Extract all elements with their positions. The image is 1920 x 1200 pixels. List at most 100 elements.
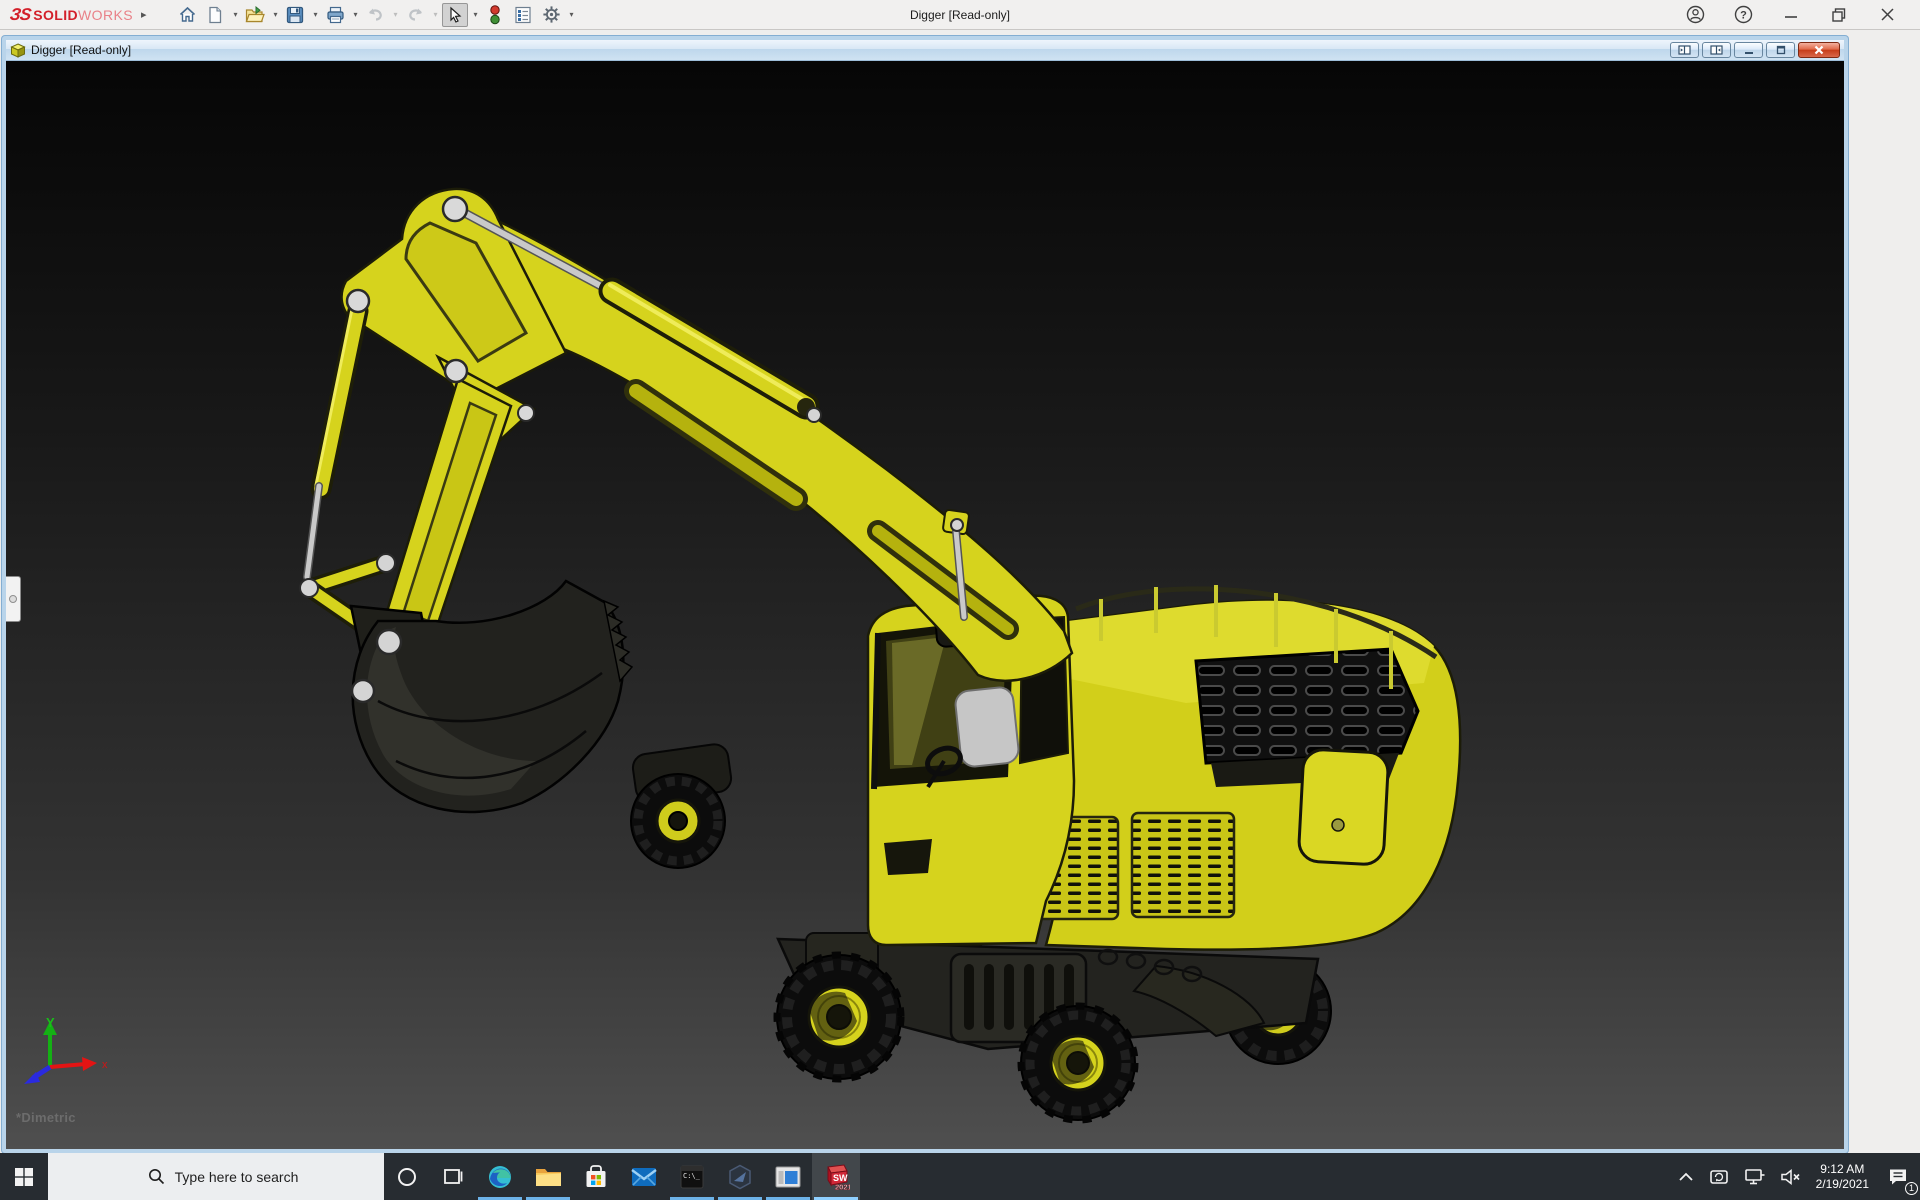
new-document-button[interactable] <box>202 3 228 27</box>
tablet-mode-icon <box>1708 1168 1730 1186</box>
gear-icon <box>542 5 561 24</box>
taskbar-app-mail[interactable] <box>620 1153 668 1200</box>
brand-text-works: WORKS <box>78 7 133 23</box>
windows-start-icon <box>15 1168 33 1186</box>
select-tool-button[interactable] <box>442 3 468 27</box>
undo-dropdown[interactable]: ▾ <box>390 10 400 19</box>
microsoft-store-icon <box>584 1165 608 1189</box>
svg-text:SW: SW <box>833 1173 848 1183</box>
open-button[interactable] <box>242 3 268 27</box>
options-dropdown[interactable]: ▾ <box>566 10 576 19</box>
open-folder-icon <box>245 6 265 24</box>
undo-button[interactable] <box>362 3 388 27</box>
solidworks-application: ЗS SOLID WORKS ▸ ▾ <box>0 0 1920 1200</box>
wheel-front-right <box>1021 1006 1135 1120</box>
taskbar-app-hexagon[interactable] <box>716 1153 764 1200</box>
view-orientation-label: *Dimetric <box>16 1110 76 1125</box>
save-dropdown[interactable]: ▾ <box>310 10 320 19</box>
app-window-controls: ? <box>1682 2 1920 28</box>
wheel-front-left <box>777 955 901 1079</box>
taskbar-app-solidworks[interactable]: SW 2021 <box>812 1153 860 1200</box>
notification-badge: 1 <box>1905 1182 1918 1195</box>
taskbar-app-terminal[interactable]: C:\_ <box>668 1153 716 1200</box>
evaluate-button[interactable] <box>510 3 536 27</box>
taskbar-app-store[interactable] <box>572 1153 620 1200</box>
cortana-button[interactable] <box>384 1153 430 1200</box>
taskbar-app-window[interactable] <box>764 1153 812 1200</box>
windows-taskbar: Type here to search <box>0 1153 1920 1200</box>
quick-access-toolbar: ▾ ▾ ▾ <box>174 3 576 27</box>
cortana-icon <box>396 1166 418 1188</box>
options-button[interactable] <box>538 3 564 27</box>
window-app-icon <box>775 1166 801 1188</box>
volume-muted-icon <box>1780 1168 1802 1186</box>
triad-x-label: x <box>102 1059 108 1071</box>
minimize-icon <box>1784 8 1798 22</box>
menu-expander-icon[interactable]: ▸ <box>141 8 147 21</box>
save-icon <box>286 6 304 24</box>
tray-tablet-mode-button[interactable] <box>1701 1153 1737 1200</box>
task-view-button[interactable] <box>430 1153 476 1200</box>
selection-filter-button[interactable] <box>482 3 508 27</box>
svg-text:?: ? <box>1740 9 1747 21</box>
boom-arm <box>300 189 1072 681</box>
pane-left-button[interactable] <box>1670 42 1699 58</box>
taskbar-app-edge[interactable] <box>476 1153 524 1200</box>
orientation-triad: Y x <box>20 1015 116 1087</box>
document-titlebar[interactable]: Digger [Read-only] <box>6 40 1844 61</box>
document-title: Digger [Read-only] <box>31 43 131 57</box>
part-document-icon <box>10 43 26 58</box>
select-tool-dropdown[interactable]: ▾ <box>470 10 480 19</box>
tray-chevron-button[interactable] <box>1671 1153 1701 1200</box>
select-cursor-icon <box>447 6 464 24</box>
new-document-dropdown[interactable]: ▾ <box>230 10 240 19</box>
open-dropdown[interactable]: ▾ <box>270 10 280 19</box>
tray-time: 9:12 AM <box>1820 1162 1864 1177</box>
feature-panel-tab[interactable] <box>6 576 21 622</box>
minimize-button[interactable] <box>1778 2 1804 28</box>
pane-right-button[interactable] <box>1702 42 1731 58</box>
help-button[interactable]: ? <box>1730 2 1756 28</box>
account-icon <box>1686 5 1705 24</box>
account-button[interactable] <box>1682 2 1708 28</box>
home-button[interactable] <box>174 3 200 27</box>
taskbar-app-file-explorer[interactable] <box>524 1153 572 1200</box>
restore-button[interactable] <box>1826 2 1852 28</box>
print-button[interactable] <box>322 3 348 27</box>
graphics-viewport[interactable]: Y x *Dimetric <box>6 61 1844 1149</box>
doc-minimize-button[interactable] <box>1734 42 1763 58</box>
command-prompt-icon: C:\_ <box>680 1165 704 1189</box>
chevron-up-icon <box>1678 1172 1694 1182</box>
print-icon <box>326 6 345 24</box>
pane-right-icon <box>1710 45 1723 55</box>
search-placeholder: Type here to search <box>175 1169 299 1185</box>
undo-icon <box>366 6 385 23</box>
wheel-rear-left <box>631 743 733 868</box>
solidworks-logo[interactable]: ЗS SOLID WORKS <box>0 5 139 25</box>
document-window-controls <box>1670 42 1840 58</box>
home-icon <box>178 5 197 24</box>
tray-volume-button[interactable] <box>1773 1153 1809 1200</box>
redo-dropdown[interactable]: ▾ <box>430 10 440 19</box>
print-dropdown[interactable]: ▾ <box>350 10 360 19</box>
action-center-button[interactable]: 1 <box>1876 1153 1920 1200</box>
network-icon <box>1744 1168 1766 1186</box>
help-icon: ? <box>1734 5 1753 24</box>
tray-clock[interactable]: 9:12 AM 2/19/2021 <box>1809 1153 1876 1200</box>
redo-button[interactable] <box>402 3 428 27</box>
brand-text-solid: SOLID <box>33 7 78 23</box>
doc-restore-button[interactable] <box>1766 42 1795 58</box>
new-document-icon <box>206 6 224 24</box>
task-view-icon <box>442 1167 464 1187</box>
mdi-workspace: Digger [Read-only] <box>0 30 1920 1153</box>
start-button[interactable] <box>0 1153 48 1200</box>
solidworks-logo-icon: ЗS <box>9 5 32 25</box>
close-button[interactable] <box>1874 2 1900 28</box>
svg-text:2021: 2021 <box>835 1182 850 1191</box>
taskbar-search[interactable]: Type here to search <box>48 1153 384 1200</box>
doc-close-button[interactable] <box>1798 42 1840 58</box>
app-titlebar: ЗS SOLID WORKS ▸ ▾ <box>0 0 1920 30</box>
save-button[interactable] <box>282 3 308 27</box>
tray-network-button[interactable] <box>1737 1153 1773 1200</box>
doc-minimize-icon <box>1743 45 1755 55</box>
